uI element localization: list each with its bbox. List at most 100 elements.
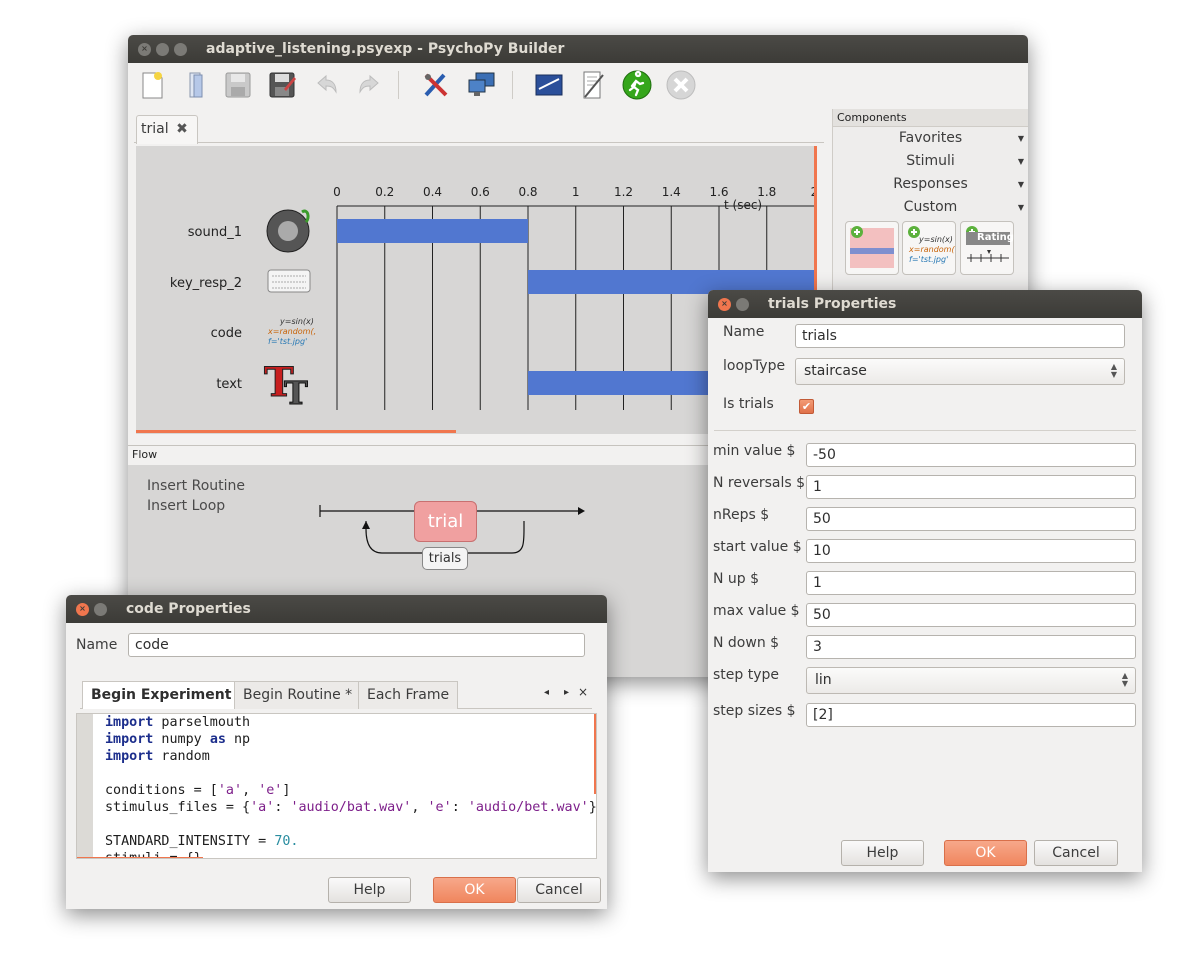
minimize-dialog-button[interactable] bbox=[736, 297, 749, 311]
scroll-tabs-right-icon[interactable]: ▸ bbox=[564, 687, 569, 698]
code-tabs: Begin Experiment * Begin Routine * Each … bbox=[80, 681, 592, 709]
svg-text:x=random(: x=random( bbox=[908, 245, 955, 254]
tab-begin-experiment[interactable]: Begin Experiment * bbox=[82, 681, 253, 709]
flow-loop-trials[interactable]: trials bbox=[422, 547, 468, 570]
field-input[interactable]: 10 bbox=[806, 539, 1136, 563]
components-title: Components bbox=[833, 109, 1028, 127]
tick-label: 0.2 bbox=[375, 185, 394, 199]
cancel-button[interactable]: Cancel bbox=[517, 877, 601, 903]
tick-label: 1.2 bbox=[614, 185, 633, 199]
help-button[interactable]: Help bbox=[328, 877, 411, 903]
steptype-label: step type bbox=[713, 667, 780, 683]
field-input[interactable]: 3 bbox=[806, 635, 1136, 659]
minimize-window-button[interactable] bbox=[156, 42, 169, 56]
name-field[interactable]: code bbox=[128, 633, 585, 657]
field-input[interactable]: -50 bbox=[806, 443, 1136, 467]
time-axis-label: t (sec) bbox=[724, 198, 762, 212]
looptype-select[interactable]: staircase ▲ ▼ bbox=[795, 358, 1125, 385]
category-label: Custom bbox=[903, 199, 958, 215]
maximize-window-button[interactable] bbox=[174, 42, 187, 56]
category-label: Responses bbox=[893, 176, 968, 192]
close-tab-icon[interactable]: ✖ bbox=[176, 121, 188, 137]
name-label: Name bbox=[76, 637, 118, 653]
routine-tabbar: trial ✖ bbox=[134, 111, 824, 144]
stepsizes-field[interactable]: [2] bbox=[806, 703, 1136, 727]
toolbar bbox=[128, 63, 1028, 109]
field-label: N up $ bbox=[713, 571, 760, 587]
field-input[interactable]: 1 bbox=[806, 571, 1136, 595]
dropdown-arrow-icon: ▼ bbox=[1017, 134, 1024, 143]
monitor-center-icon[interactable] bbox=[466, 69, 498, 101]
svg-text:y=sin(x): y=sin(x) bbox=[918, 235, 953, 244]
field-input[interactable]: 50 bbox=[806, 507, 1136, 531]
steptype-value: lin bbox=[815, 672, 832, 688]
code-editor[interactable]: import parselmouth import numpy as np im… bbox=[76, 713, 597, 859]
routine-component-icon bbox=[850, 226, 894, 268]
new-file-icon[interactable] bbox=[136, 69, 168, 101]
istrials-checkbox[interactable]: ✔ bbox=[799, 399, 814, 414]
code-component-button[interactable]: y=sin(x) x=random(f='tst.jpg' bbox=[902, 221, 956, 275]
close-tab-icon[interactable]: × bbox=[578, 685, 588, 699]
looptype-value: staircase bbox=[804, 363, 867, 379]
close-dialog-button[interactable]: × bbox=[76, 602, 89, 616]
dialog-title: trials Properties bbox=[768, 296, 897, 312]
tick-label: 1.6 bbox=[709, 185, 728, 199]
ok-button[interactable]: OK bbox=[433, 877, 516, 903]
compile-script-icon[interactable] bbox=[577, 69, 609, 101]
editor-hscrollbar[interactable] bbox=[77, 857, 203, 858]
category-custom[interactable]: Custom ▼ bbox=[833, 196, 1028, 219]
rating-component-button[interactable]: Rating bbox=[960, 221, 1014, 275]
tab-label: trial bbox=[141, 121, 169, 137]
name-label: Name bbox=[723, 324, 765, 340]
save-as-icon[interactable] bbox=[266, 69, 298, 101]
looptype-label: loopType bbox=[723, 358, 786, 374]
routine-component-button[interactable] bbox=[845, 221, 899, 275]
open-file-icon[interactable] bbox=[180, 69, 212, 101]
minimize-dialog-button[interactable] bbox=[94, 602, 107, 616]
category-favorites[interactable]: Favorites ▼ bbox=[833, 127, 1028, 150]
spin-arrows-icon: ▲ ▼ bbox=[1121, 671, 1128, 688]
close-dialog-button[interactable]: × bbox=[718, 297, 731, 311]
tick-label: 0.8 bbox=[518, 185, 537, 199]
category-stimuli[interactable]: Stimuli ▼ bbox=[833, 150, 1028, 173]
steptype-select[interactable]: lin ▲ ▼ bbox=[806, 667, 1136, 694]
code-icon-line: y=sin(x) bbox=[279, 317, 314, 326]
tab-trial[interactable]: trial ✖ bbox=[136, 115, 198, 144]
separator bbox=[714, 430, 1136, 431]
cancel-button[interactable]: Cancel bbox=[1034, 840, 1118, 866]
component-label: key_resp_2 bbox=[170, 276, 242, 291]
field-input[interactable]: 50 bbox=[806, 603, 1136, 627]
flow-routine-trial[interactable]: trial bbox=[414, 501, 477, 542]
experiment-settings-icon[interactable] bbox=[533, 69, 565, 101]
category-responses[interactable]: Responses ▼ bbox=[833, 173, 1028, 196]
stepsizes-label: step sizes $ bbox=[713, 703, 796, 719]
field-label: nReps $ bbox=[713, 507, 770, 523]
code-text[interactable]: import parselmouth import numpy as np im… bbox=[105, 714, 596, 858]
undo-icon[interactable] bbox=[310, 69, 342, 101]
trials-titlebar: × trials Properties bbox=[708, 290, 1142, 318]
editor-scrollbar[interactable] bbox=[594, 714, 596, 794]
preferences-icon[interactable] bbox=[420, 69, 452, 101]
close-window-button[interactable]: × bbox=[138, 42, 151, 56]
category-label: Favorites bbox=[898, 130, 963, 146]
tick-label: 0.4 bbox=[423, 185, 442, 199]
spin-arrows-icon: ▲ ▼ bbox=[1110, 362, 1117, 379]
code-component-icon: y=sin(x)x=random(f='tst.jpg' bbox=[908, 226, 955, 264]
tick-label: 0 bbox=[333, 185, 341, 199]
stop-icon[interactable] bbox=[665, 69, 697, 101]
help-button[interactable]: Help bbox=[841, 840, 924, 866]
save-icon[interactable] bbox=[222, 69, 254, 101]
tick-label: 1.4 bbox=[662, 185, 681, 199]
scroll-tabs-left-icon[interactable]: ◂ bbox=[544, 687, 549, 698]
run-icon[interactable] bbox=[621, 69, 653, 101]
tab-each-frame[interactable]: Each Frame bbox=[358, 681, 459, 709]
field-input[interactable]: 1 bbox=[806, 475, 1136, 499]
trials-properties-dialog: × trials Properties Name trials loopType… bbox=[708, 290, 1142, 872]
name-field[interactable]: trials bbox=[795, 324, 1125, 348]
components-panel: Components Favorites ▼ Stimuli ▼ Responses… bbox=[832, 109, 1028, 309]
redo-icon[interactable] bbox=[354, 69, 386, 101]
ok-button[interactable]: OK bbox=[944, 840, 1027, 866]
tick-label: 1.8 bbox=[757, 185, 776, 199]
routine-hscrollbar[interactable] bbox=[136, 430, 456, 433]
tab-begin-routine[interactable]: Begin Routine * bbox=[234, 681, 362, 709]
